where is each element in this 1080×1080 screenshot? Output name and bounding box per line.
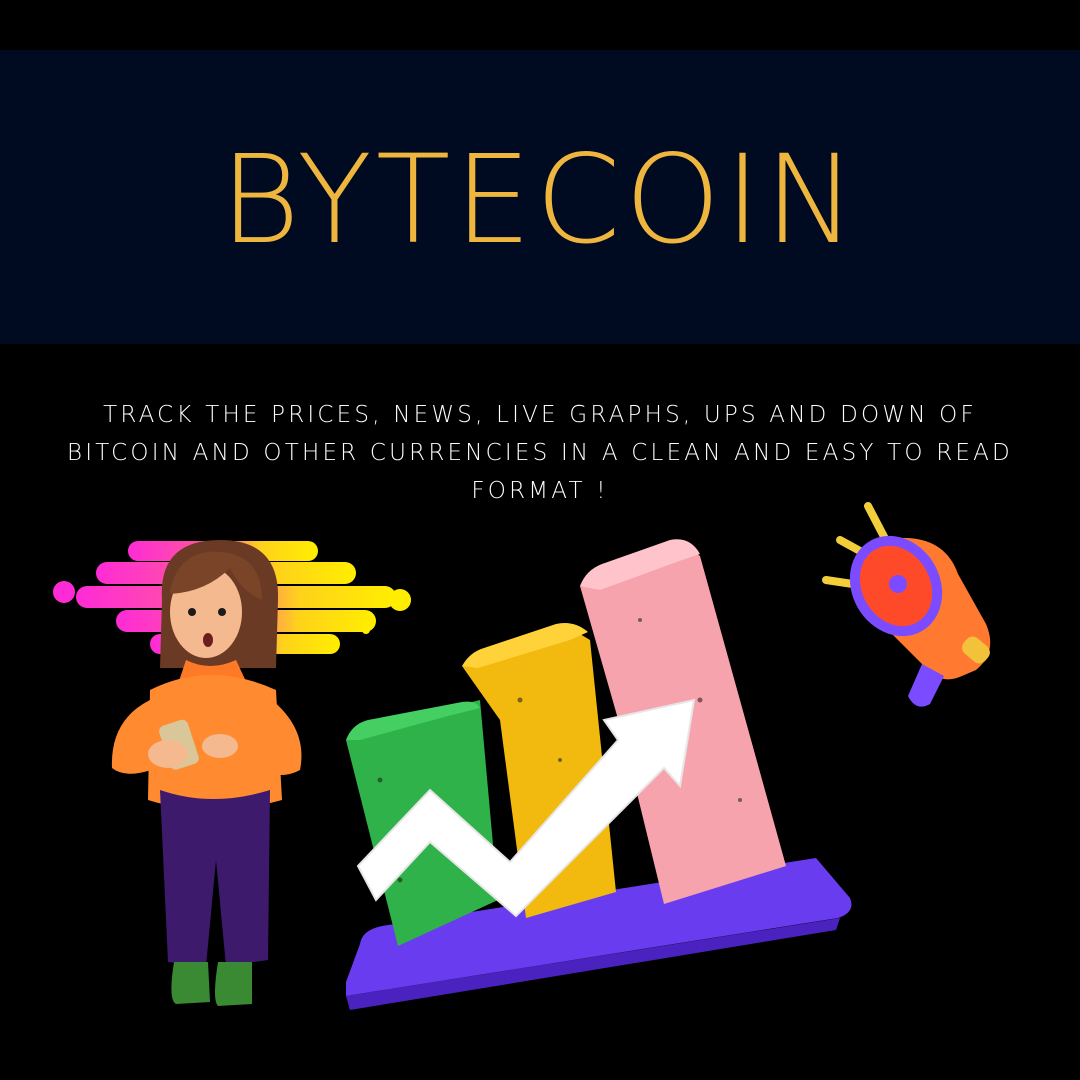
megaphone-icon	[822, 502, 991, 707]
illustration-layer	[53, 502, 991, 1010]
bar-chart-with-arrow-illustration	[346, 539, 852, 1010]
